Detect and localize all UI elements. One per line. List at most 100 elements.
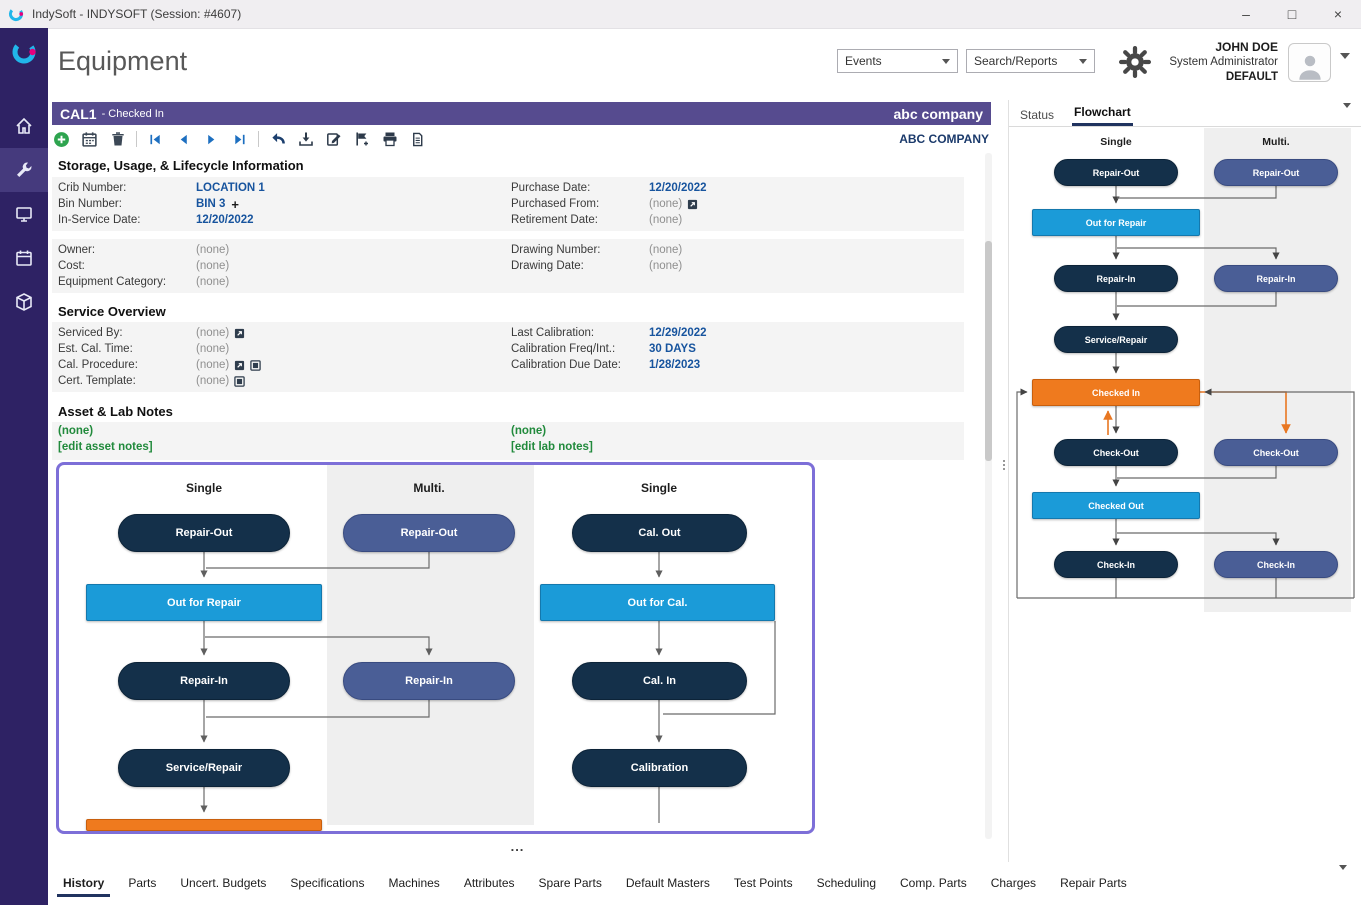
tab-bar-chevron[interactable] [1339,870,1347,888]
tab-scheduling[interactable]: Scheduling [811,870,882,897]
record-status: - Checked In [102,108,164,120]
sidebar-item-assets[interactable] [0,192,48,236]
calibration-freq-value[interactable]: 30 DAYS [649,343,696,355]
last-calibration-value[interactable]: 12/29/2022 [649,327,707,339]
tab-uncert-budgets[interactable]: Uncert. Budgets [174,870,272,897]
flow-node-out-for-repair[interactable]: Out for Repair [1032,209,1200,236]
open-record-icon[interactable] [234,328,245,339]
flow-node-repair-in-multi[interactable]: Repair-In [343,662,515,700]
calendar-button[interactable] [80,130,99,149]
tab-history[interactable]: History [57,870,110,897]
next-record-button[interactable] [202,130,221,149]
tab-charges[interactable]: Charges [985,870,1042,897]
flow-node-cal-out[interactable]: Cal. Out [572,514,747,552]
flow-node-repair-out[interactable]: Repair-Out [118,514,290,552]
edit-lab-notes-link[interactable]: [edit lab notes] [511,441,961,457]
tab-flowchart[interactable]: Flowchart [1072,101,1133,126]
flow-node-repair-out-multi[interactable]: Repair-Out [343,514,515,552]
flow-node-checked-out[interactable]: Checked Out [1032,492,1200,519]
tab-repair-parts[interactable]: Repair Parts [1054,870,1133,897]
calibration-due-value[interactable]: 1/28/2023 [649,359,700,371]
vertical-scrollbar[interactable] [985,153,992,839]
flow-node-repair-in[interactable]: Repair-In [1054,265,1178,292]
open-record-icon[interactable] [687,199,698,210]
flowchart-designer-canvas[interactable]: Single Multi. Single Repair-Out Repair-O… [56,462,815,834]
field-label: Calibration Freq/Int.: [511,343,649,355]
flow-node-repair-out[interactable]: Repair-Out [1054,159,1178,186]
flow-node-calibration[interactable]: Calibration [572,749,747,787]
flow-node-service-repair[interactable]: Service/Repair [118,749,290,787]
tab-attributes[interactable]: Attributes [458,870,521,897]
field-label: Purchase Date: [511,182,649,194]
tab-specifications[interactable]: Specifications [284,870,370,897]
person-icon [1293,51,1327,81]
close-button[interactable]: × [1315,0,1361,28]
tab-spare-parts[interactable]: Spare Parts [533,870,608,897]
sidebar-item-shipping[interactable] [0,280,48,324]
flow-node-repair-in-multi[interactable]: Repair-In [1214,265,1338,292]
tab-test-points[interactable]: Test Points [728,870,799,897]
print-button[interactable] [380,130,399,149]
drawing-number-value: (none) [649,244,682,256]
cert-template-icon[interactable] [234,376,245,387]
scrollbar-thumb[interactable] [985,241,992,461]
maximize-button[interactable]: □ [1269,0,1315,28]
retirement-date-value: (none) [649,214,682,226]
flow-node-repair-out-multi[interactable]: Repair-Out [1214,159,1338,186]
bin-number-value[interactable]: BIN 3 [196,198,225,210]
panel-menu-chevron[interactable] [1343,108,1351,126]
events-dropdown[interactable]: Events [837,49,958,73]
add-bin-icon[interactable]: + [231,199,239,210]
flow-node-checked-in-partial[interactable] [86,819,322,831]
tab-default-masters[interactable]: Default Masters [620,870,716,897]
edit-button[interactable] [324,130,343,149]
calendar-icon [14,248,34,268]
tab-status[interactable]: Status [1018,104,1056,126]
cert-template-icon[interactable] [250,360,261,371]
tab-parts[interactable]: Parts [122,870,162,897]
flow-node-out-for-repair[interactable]: Out for Repair [86,584,322,621]
first-record-button[interactable] [146,130,165,149]
flow-node-cal-in[interactable]: Cal. In [572,662,747,700]
undo-button[interactable] [268,130,287,149]
tab-comp-parts[interactable]: Comp. Parts [894,870,973,897]
flow-node-check-out-multi[interactable]: Check-Out [1214,439,1338,466]
toolbar-separator [258,131,259,147]
home-icon [14,116,34,136]
flow-node-repair-in[interactable]: Repair-In [118,662,290,700]
flow-node-check-in[interactable]: Check-In [1054,551,1178,578]
collapsed-indicator[interactable]: ... [52,839,983,854]
edit-asset-notes-link[interactable]: [edit asset notes] [58,441,508,457]
equipment-category-value: (none) [196,276,229,288]
minimize-button[interactable]: – [1223,0,1269,28]
flag-button[interactable] [352,130,371,149]
flow-node-check-out[interactable]: Check-Out [1054,439,1178,466]
export-button[interactable] [296,130,315,149]
avatar[interactable] [1288,43,1331,82]
delete-button[interactable] [108,130,127,149]
profile-menu-chevron[interactable] [1340,59,1350,77]
flow-node-checked-in-current[interactable]: Checked In [1032,379,1200,406]
sidebar-item-home[interactable] [0,104,48,148]
flow-node-out-for-cal[interactable]: Out for Cal. [540,584,775,621]
crib-number-value[interactable]: LOCATION 1 [196,182,265,194]
flow-node-check-in-multi[interactable]: Check-In [1214,551,1338,578]
open-record-icon[interactable] [234,360,245,371]
add-record-button[interactable] [52,130,71,149]
splitter-handle[interactable] [1000,460,1007,470]
previous-record-button[interactable] [174,130,193,149]
tab-machines[interactable]: Machines [382,870,445,897]
purchased-from-value: (none) [649,198,682,210]
column-header: Single [1066,136,1166,148]
flow-node-service-repair[interactable]: Service/Repair [1054,326,1178,353]
in-service-date-value[interactable]: 12/20/2022 [196,214,254,226]
purchase-date-value[interactable]: 12/20/2022 [649,182,707,194]
status-flowchart: Single Multi. Repair-Out Repair-Out Out … [1009,128,1361,612]
section-title-notes: Asset & Lab Notes [58,404,173,419]
section-title-service: Service Overview [58,304,166,319]
document-button[interactable] [408,130,427,149]
last-record-button[interactable] [230,130,249,149]
sidebar-item-equipment[interactable] [0,148,48,192]
search-reports-dropdown[interactable]: Search/Reports [966,49,1095,73]
sidebar-item-calendar[interactable] [0,236,48,280]
